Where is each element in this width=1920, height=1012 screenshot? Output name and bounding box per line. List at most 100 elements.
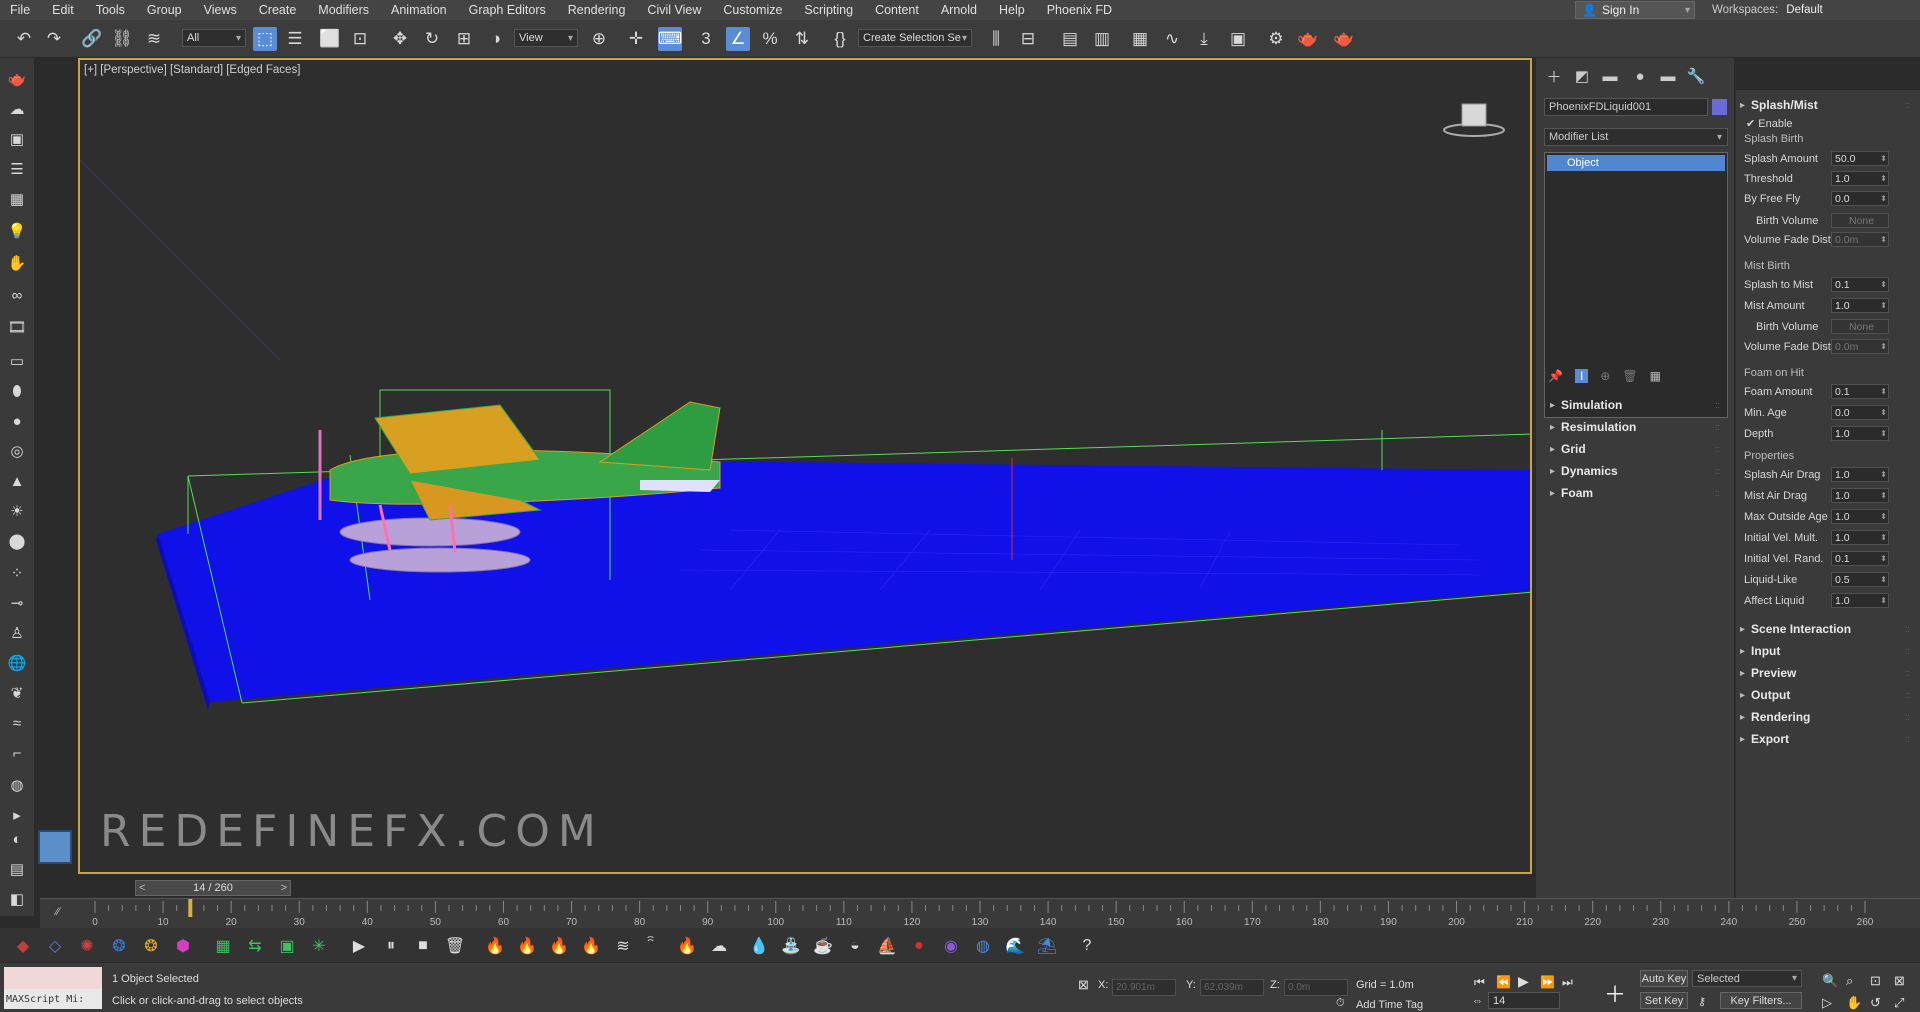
schematic-view-icon[interactable]: ∿	[1160, 27, 1184, 51]
orbit-icon[interactable]: ↺	[1870, 995, 1881, 1011]
next-frame-arrow[interactable]: >	[281, 882, 287, 894]
ship-icon[interactable]: ⛵	[876, 935, 898, 957]
birth-volume-picker[interactable]: None	[1831, 213, 1889, 228]
select-object-icon[interactable]: ⬚	[253, 27, 277, 51]
spinner-snap-icon[interactable]: ⇅	[790, 27, 814, 51]
make-unique-icon[interactable]: ⊕	[1600, 369, 1610, 383]
cup-icon[interactable]: ☕	[812, 935, 834, 957]
fov-icon[interactable]: ▷	[1822, 995, 1832, 1011]
mist-air-drag-spinner[interactable]: 1.0	[1831, 488, 1889, 503]
drop-icon[interactable]: ❂	[108, 935, 130, 957]
blob-icon[interactable]: ⬮	[6, 380, 28, 402]
y-coordinate[interactable]: 62.039m	[1200, 979, 1264, 996]
undo-icon[interactable]: ↶	[12, 27, 36, 51]
configure-sets-icon[interactable]: ▦	[1650, 369, 1661, 383]
cube-icon[interactable]: ◆	[12, 935, 34, 957]
list-icon[interactable]: ☰	[6, 158, 28, 180]
mini-curve-editor-icon[interactable]: ⁄∕	[56, 906, 60, 918]
layer-explorer-icon[interactable]: ▤	[1058, 27, 1082, 51]
mist-birth-volume-checkbox[interactable]: Birth Volume	[1756, 321, 1818, 333]
current-frame-field[interactable]: 14	[1488, 992, 1560, 1009]
flame-icon-1[interactable]: 🔥	[484, 935, 506, 957]
stop-icon[interactable]: ■	[412, 935, 434, 957]
render-setup-icon[interactable]: ▣	[1226, 27, 1250, 51]
menu-group[interactable]: Group	[137, 3, 194, 17]
snaps-toggle-icon[interactable]: 3	[694, 27, 718, 51]
play-animation-icon[interactable]: ▶	[1518, 973, 1529, 990]
toggle-ribbon-icon[interactable]: ▥	[1090, 27, 1114, 51]
menu-tools[interactable]: Tools	[86, 3, 137, 17]
tube-icon[interactable]: ⊸	[6, 592, 28, 614]
character-icon[interactable]: ♙	[6, 622, 28, 644]
hand-icon[interactable]: ✋	[6, 252, 28, 274]
splash-amount-spinner[interactable]: 50.0	[1831, 151, 1889, 166]
menu-graph-editors[interactable]: Graph Editors	[459, 3, 558, 17]
flame-icon-3[interactable]: 🔥	[548, 935, 570, 957]
foam-icon[interactable]: ⛱	[1036, 935, 1058, 957]
violet-ball-icon[interactable]: ◉	[940, 935, 962, 957]
section-grid[interactable]: Grid	[1544, 440, 1728, 458]
threshold-spinner[interactable]: 1.0	[1831, 171, 1889, 186]
angle-snap-icon[interactable]: ∠	[726, 27, 750, 51]
key-icon[interactable]: ⚷	[1698, 995, 1706, 1008]
mist-amount-spinner[interactable]: 1.0	[1831, 298, 1889, 313]
render-frame-window-icon[interactable]: ⚙	[1264, 27, 1288, 51]
expand-arrow-icon[interactable]: ▸	[6, 804, 28, 826]
prev-frame-arrow[interactable]: <	[139, 882, 145, 894]
remove-modifier-icon[interactable]: 🗑	[1622, 369, 1637, 383]
section-preview[interactable]: Preview	[1736, 664, 1916, 682]
key-mode-icon[interactable]: ⇔	[1472, 995, 1483, 1007]
pin-stack-icon[interactable]: 📌	[1548, 369, 1563, 383]
stack-icon[interactable]: ▤	[6, 858, 28, 880]
section-foam[interactable]: Foam	[1544, 484, 1728, 502]
flame-icon-4[interactable]: 🔥	[580, 935, 602, 957]
teapot-icon[interactable]: 🫖	[6, 68, 28, 90]
selection-filter-dropdown[interactable]: All	[182, 29, 246, 47]
viewport-layout-icon[interactable]	[38, 830, 72, 864]
stack-item-object[interactable]: Object	[1547, 155, 1725, 171]
prev-key-icon[interactable]: ⏪	[1496, 975, 1511, 989]
redo-icon[interactable]: ↷	[42, 27, 66, 51]
move-icon[interactable]: ✥	[388, 27, 412, 51]
particle-view-icon[interactable]: ◍	[6, 774, 28, 796]
menu-help[interactable]: Help	[989, 3, 1037, 17]
set-key-button[interactable]: Set Key	[1640, 992, 1688, 1009]
cube-wire-icon[interactable]: ◇	[44, 935, 66, 957]
next-key-icon[interactable]: ⏩	[1540, 975, 1555, 989]
menu-file[interactable]: File	[0, 3, 42, 17]
by-free-fly-spinner[interactable]: 0.0	[1831, 191, 1889, 206]
wave-icon[interactable]: ◍	[972, 935, 994, 957]
display-tab-icon[interactable]: ▬	[1656, 66, 1680, 86]
render-iterative-icon[interactable]: 🫖	[1332, 27, 1356, 51]
named-selection-set-dropdown[interactable]: Create Selection Se	[858, 29, 972, 47]
rotate-icon[interactable]: ↻	[420, 27, 444, 51]
viewcube[interactable]	[1442, 98, 1506, 138]
set-key-plus-icon[interactable]: ＋	[1604, 977, 1626, 1009]
initial-vel-rand-spinner[interactable]: 0.1	[1831, 551, 1889, 566]
auto-key-button[interactable]: Auto Key	[1640, 970, 1688, 987]
cloud-icon[interactable]: ☁	[6, 98, 28, 120]
splash-to-mist-spinner[interactable]: 0.1	[1831, 277, 1889, 292]
unlink-icon[interactable]: ⛓	[110, 27, 134, 51]
min-age-spinner[interactable]: 0.0	[1831, 405, 1889, 420]
key-filters-button[interactable]: Key Filters...	[1720, 992, 1802, 1009]
select-manipulate-icon[interactable]: ✛	[624, 27, 648, 51]
select-by-name-icon[interactable]: ☰	[283, 27, 307, 51]
mirror-icon[interactable]: ⫼	[984, 27, 1008, 51]
knot-icon[interactable]: ∞	[6, 284, 28, 306]
hair-icon[interactable]: ≈	[6, 712, 28, 734]
workspaces-selector[interactable]: Workspaces: Default	[1712, 1, 1823, 19]
x-coordinate[interactable]: 20.901m	[1112, 979, 1176, 996]
maximize-viewport-icon[interactable]: ⤢	[1894, 995, 1904, 1011]
key-set-dropdown[interactable]: Selected	[1692, 970, 1802, 987]
section-rendering[interactable]: Rendering	[1736, 708, 1916, 726]
goto-end-icon[interactable]: ⏭	[1562, 975, 1573, 990]
fire-icon[interactable]: ❂	[140, 935, 162, 957]
earth-icon[interactable]: ◐	[6, 828, 28, 850]
foam-amount-spinner[interactable]: 0.1	[1831, 384, 1889, 399]
perspective-viewport[interactable]: [+] [Perspective] [Standard] [Edged Face…	[78, 58, 1532, 874]
section-resimulation[interactable]: Resimulation	[1544, 418, 1728, 436]
plant-icon[interactable]: ❦	[6, 682, 28, 704]
create-tab-icon[interactable]: ＋	[1542, 66, 1566, 86]
splash-air-drag-spinner[interactable]: 1.0	[1831, 467, 1889, 482]
